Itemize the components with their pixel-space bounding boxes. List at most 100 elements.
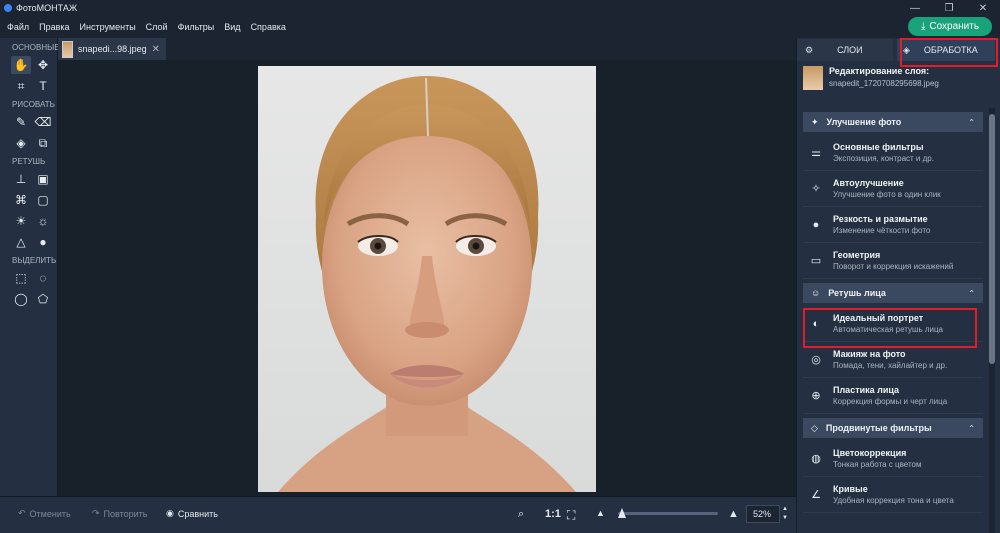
app-title: ФотоМОНТАЖ (16, 3, 78, 13)
restore-button[interactable]: ❐ (932, 0, 966, 16)
polygon-select-icon[interactable]: ⬠ (33, 290, 53, 308)
close-tab-icon[interactable]: ✕ (152, 44, 160, 55)
category-icon: ✦ (811, 116, 819, 127)
zoom-input[interactable]: 52% (746, 505, 780, 523)
zoom-out-icon[interactable]: ▲ (596, 508, 605, 518)
right-panel-tabs: ⚙ СЛОИ ◈ ОБРАБОТКА (797, 38, 1000, 67)
menu-view[interactable]: Вид (219, 22, 245, 32)
ellipse-select-icon[interactable]: ◌ (33, 269, 53, 287)
save-button[interactable]: ⤓ Сохранить (908, 17, 992, 36)
canvas-area[interactable] (58, 60, 796, 496)
menu-filters[interactable]: Фильтры (173, 22, 220, 32)
zoom-slider-track[interactable] (618, 512, 718, 515)
stamp-tool-icon[interactable]: ⊥ (11, 170, 31, 188)
item-subtitle: Улучшение фото в один клик (833, 190, 941, 199)
ratio-1-1-button[interactable]: 1:1 (545, 508, 561, 520)
scrollbar-thumb[interactable] (989, 114, 995, 364)
hand-tool-icon[interactable]: ✋ (11, 56, 31, 74)
burn-tool-icon[interactable]: ☼ (33, 212, 53, 230)
document-tab-name: snapedi...98.jpeg (78, 44, 147, 54)
menu-tools[interactable]: Инструменты (75, 22, 141, 32)
sharpness-blur-icon: ● (812, 218, 820, 231)
close-window-button[interactable]: ✕ (966, 0, 1000, 16)
menu-help[interactable]: Справка (246, 22, 291, 32)
item-title: Пластика лица (833, 385, 900, 395)
healing-tool-icon[interactable]: ⌘ (11, 191, 31, 209)
portrait-image (258, 66, 596, 492)
category-icon: ☺ (811, 288, 821, 298)
eraser-tool-icon[interactable]: ⌫ (33, 113, 53, 131)
crop-tool-icon[interactable]: ⌗ (11, 77, 31, 95)
shapes-tool-icon[interactable]: ⧉ (33, 134, 53, 152)
layer-thumbnail (803, 66, 823, 90)
patch-tool-icon[interactable]: ▣ (33, 170, 53, 188)
menu-bar: Файл Правка Инструменты Слой Фильтры Вид… (0, 16, 1000, 38)
rect-select-icon[interactable]: ⬚ (11, 269, 31, 287)
text-tool-icon[interactable]: T (33, 77, 53, 95)
tool-group: ✋ ✥ ⌗ T (0, 56, 57, 95)
undo-label: Отменить (29, 508, 71, 519)
layer-file-name: snapedit_1720708295698.jpeg (829, 79, 939, 88)
title-bar: ФотоМОНТАЖ — ❐ ✕ (0, 0, 1000, 16)
zoom-in-icon[interactable]: ▲ (728, 508, 739, 520)
compare-label: Сравнить (177, 508, 218, 519)
tool-group: ✎ ⌫ ◈ ⧉ (0, 113, 57, 152)
color-correction-icon: ◍ (811, 453, 821, 465)
fill-tool-icon[interactable]: ◈ (11, 134, 31, 152)
category-advanced-filters[interactable]: ◇ Продвинутые фильтры ⌃ (803, 418, 983, 438)
fit-screen-icon[interactable]: ⛶ (567, 508, 575, 523)
item-title: Кривые (833, 484, 868, 494)
redo-button[interactable]: ↷ Повторить (92, 508, 147, 519)
makeup-icon: ◎ (811, 354, 821, 366)
redo-label: Повторить (103, 508, 148, 519)
item-subtitle: Тонкая работа с цветом (833, 460, 922, 469)
item-basic-filters[interactable]: ⚌ Основные фильтры Экспозиция, контраст и … (803, 135, 983, 171)
right-panel-scrollbar[interactable] (989, 108, 995, 533)
eye-icon: ◉ (166, 508, 174, 518)
brush-tool-icon[interactable]: ✎ (11, 113, 31, 131)
menu-file[interactable]: Файл (2, 22, 34, 32)
frame-tool-icon[interactable]: ▢ (33, 191, 53, 209)
dodge-tool-icon[interactable]: ☀ (11, 212, 31, 230)
menu-edit[interactable]: Правка (34, 22, 74, 32)
item-title: Геометрия (833, 250, 881, 260)
item-color-correction[interactable]: ◍ Цветокоррекция Тонкая работа с цветом (803, 441, 983, 477)
document-tab[interactable]: snapedi...98.jpeg ✕ (58, 38, 166, 60)
category-enhance[interactable]: ✦ Улучшение фото ⌃ (803, 112, 983, 132)
portrait-photo[interactable] (258, 66, 596, 492)
app-logo-icon (4, 4, 12, 12)
blur-tool-icon[interactable]: ● (33, 233, 53, 251)
item-auto-enhance[interactable]: ✧ Автоулучшение Улучшение фото в один клик (803, 171, 983, 207)
right-panel: ⚙ СЛОИ ◈ ОБРАБОТКА Редактирование слоя: … (796, 38, 1000, 533)
minimize-button[interactable]: — (898, 0, 932, 16)
item-title: Макияж на фото (833, 349, 906, 359)
item-title: Цветокоррекция (833, 448, 907, 458)
item-sharpness-blur[interactable]: ● Резкость и размытие Изменение чёткости ф… (803, 207, 983, 243)
geometry-icon: ▭ (810, 255, 822, 267)
chevron-up-icon[interactable]: ⌃ (968, 289, 975, 298)
hand-pan-icon[interactable]: ⌕ (518, 508, 524, 521)
bottom-bar: ↶ Отменить ↷ Повторить ◉ Сравнить ⌕ 1:1 … (0, 496, 796, 533)
tool-section-label: РИСОВАТЬ (12, 100, 55, 109)
category-icon: ◇ (811, 422, 818, 433)
tab-layers[interactable]: ⚙ СЛОИ (797, 39, 893, 61)
sharpen-tool-icon[interactable]: △ (11, 233, 31, 251)
item-face-plastic[interactable]: ⊕ Пластика лица Коррекция формы и черт лиц… (803, 378, 983, 414)
compare-button[interactable]: ◉ Сравнить (166, 508, 218, 519)
move-tool-icon[interactable]: ✥ (33, 56, 53, 74)
basic-filters-icon: ⚌ (811, 147, 821, 159)
zoom-stepper[interactable]: ▲ ▼ (782, 505, 788, 523)
menu-layer[interactable]: Слой (141, 22, 173, 32)
lasso-select-icon[interactable]: ◯ (11, 290, 31, 308)
chevron-up-icon[interactable]: ⌃ (968, 118, 975, 127)
undo-button[interactable]: ↶ Отменить (18, 508, 71, 519)
category-face-retouch[interactable]: ☺ Ретушь лица ⌃ (803, 283, 983, 303)
document-thumbnail (62, 40, 74, 58)
zoom-value: 52% (753, 509, 772, 519)
item-subtitle: Коррекция формы и черт лица (833, 397, 948, 406)
chevron-up-icon[interactable]: ⌃ (968, 424, 975, 433)
item-geometry[interactable]: ▭ Геометрия Поворот и коррекция искажений (803, 243, 983, 279)
tool-section-label: ВЫДЕЛИТЬ (12, 256, 57, 265)
category-title: Улучшение фото (826, 117, 902, 127)
item-curves[interactable]: ∠ Кривые Удобная коррекция тона и цвета (803, 477, 983, 513)
